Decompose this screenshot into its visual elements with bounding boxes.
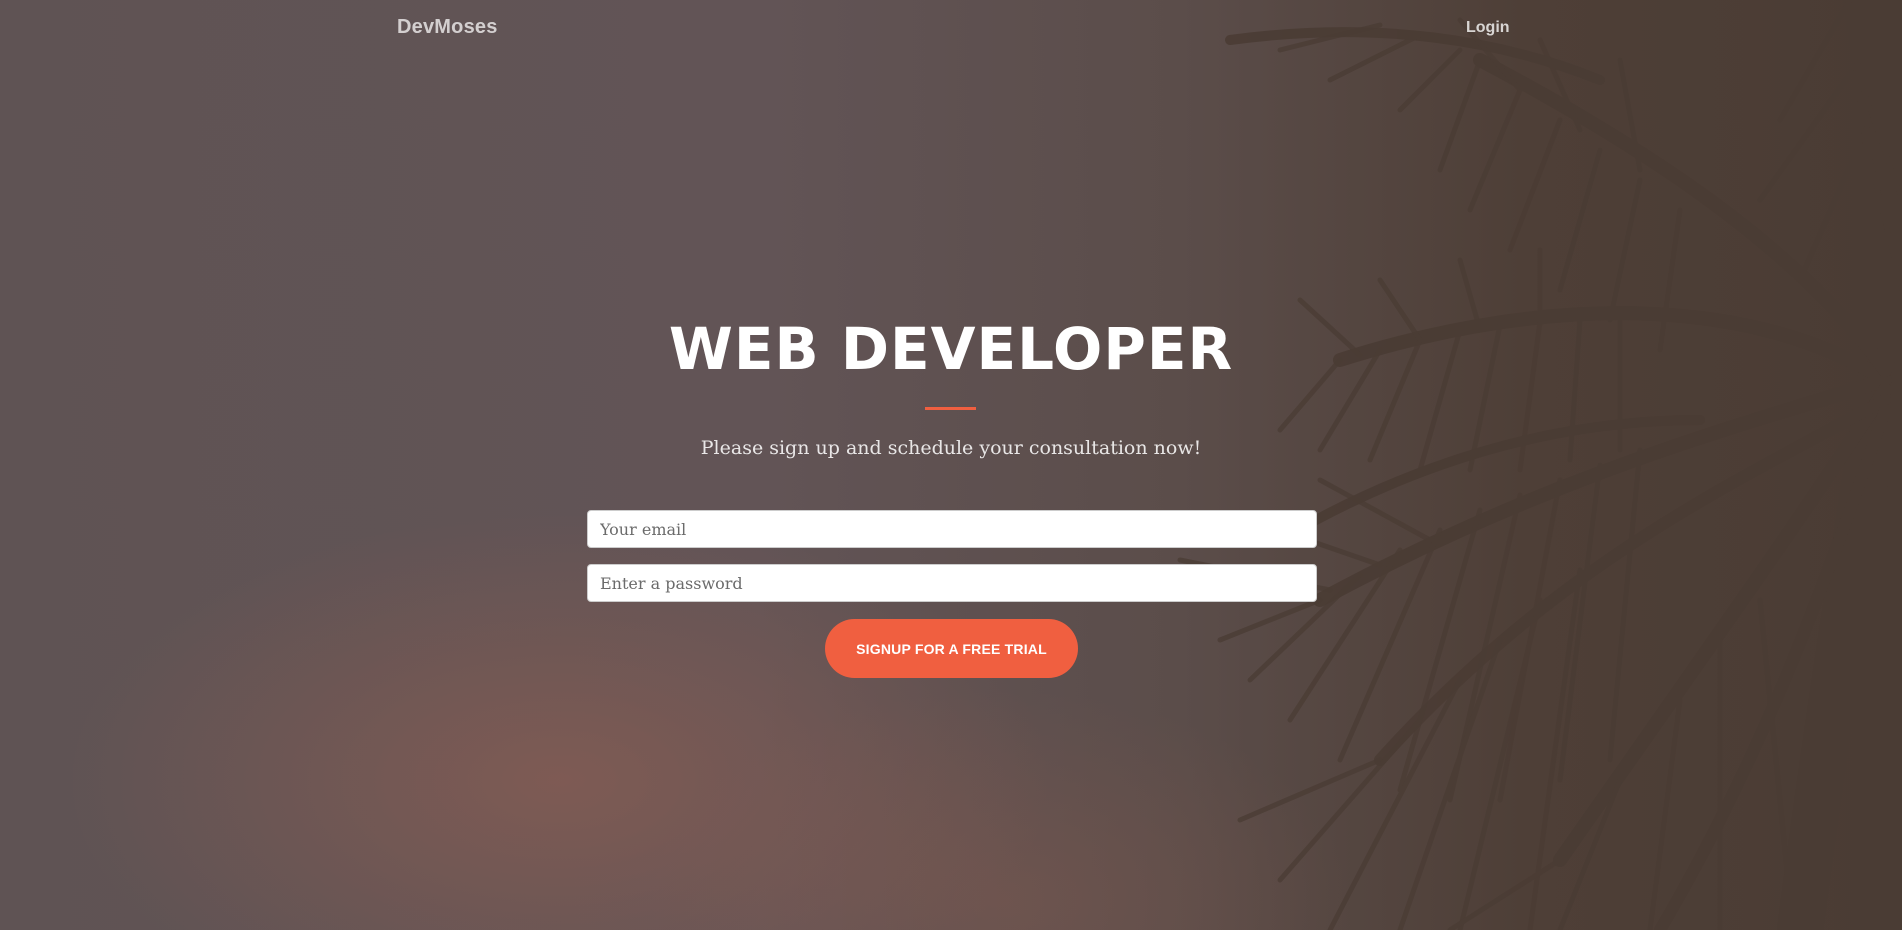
hero-section: WEB DEVELOPER Please sign up and schedul… [0, 0, 1902, 930]
hero-divider [925, 407, 976, 410]
password-field[interactable] [587, 564, 1317, 602]
hero-subtext: Please sign up and schedule your consult… [700, 437, 1202, 459]
email-field[interactable] [587, 510, 1317, 548]
signup-free-trial-button[interactable]: SIGNUP FOR A FREE TRIAL [825, 619, 1078, 678]
hero-headline: WEB DEVELOPER [668, 315, 1234, 383]
